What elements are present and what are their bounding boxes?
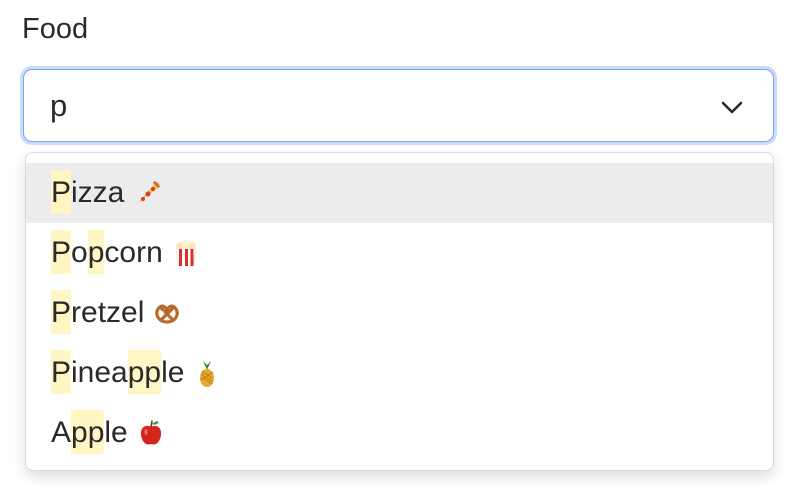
food-combobox-box[interactable]	[23, 69, 774, 142]
option-text: A	[51, 416, 72, 449]
match-highlight: P	[51, 290, 72, 334]
food-option-label: Apple	[51, 410, 128, 454]
food-combobox[interactable]	[20, 66, 777, 145]
option-text: le	[104, 416, 128, 449]
food-option-label: Popcorn	[51, 230, 163, 274]
food-option[interactable]: Popcorn	[26, 223, 773, 283]
match-highlight: p	[87, 230, 105, 274]
option-text: le	[161, 356, 185, 389]
food-options-listbox: Pizza Popcorn Pretzel Pineapple Apple	[25, 152, 774, 471]
match-highlight: P	[51, 170, 72, 214]
option-text: izza	[71, 176, 125, 209]
food-option-label: Pizza	[51, 170, 125, 214]
option-text: corn	[104, 236, 163, 269]
chevron-down-icon[interactable]	[719, 95, 745, 121]
pretzel-emoji	[152, 298, 182, 328]
option-text: o	[71, 236, 88, 269]
food-search-input[interactable]	[50, 70, 670, 141]
popcorn-emoji	[171, 238, 201, 268]
food-option[interactable]: Pretzel	[26, 283, 773, 343]
match-highlight: P	[51, 230, 72, 274]
pineapple-emoji	[192, 358, 222, 388]
match-highlight: pp	[71, 410, 105, 454]
option-text: inea	[71, 356, 128, 389]
food-option[interactable]: Pizza	[26, 163, 773, 223]
food-option[interactable]: Pineapple	[26, 343, 773, 403]
option-text: retzel	[71, 296, 145, 329]
pizza-emoji	[132, 178, 162, 208]
food-field-label: Food	[22, 13, 89, 45]
food-option-label: Pretzel	[51, 290, 145, 334]
food-option-label: Pineapple	[51, 350, 185, 394]
match-highlight: pp	[127, 350, 162, 394]
match-highlight: P	[51, 350, 72, 394]
apple-emoji	[136, 418, 166, 448]
food-option[interactable]: Apple	[26, 403, 773, 463]
